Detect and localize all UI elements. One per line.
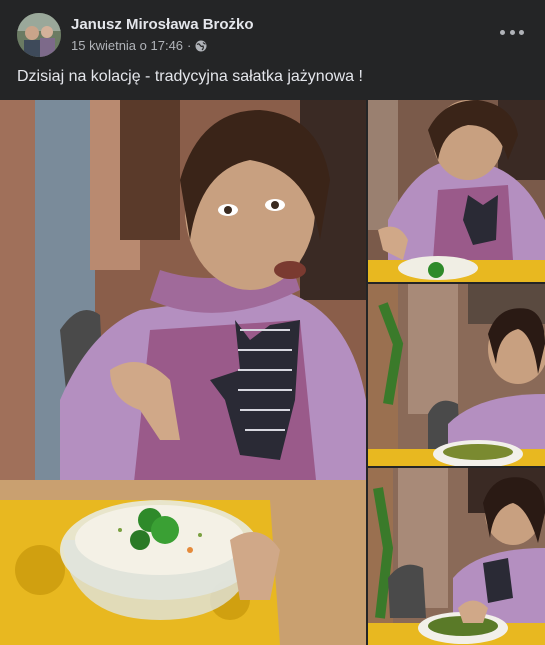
photo-main[interactable] bbox=[0, 100, 366, 645]
post-meta: 15 kwietnia o 17:46 · bbox=[71, 38, 207, 53]
meta-separator: · bbox=[187, 38, 192, 53]
photo-thumb-3[interactable] bbox=[368, 468, 545, 645]
post-timestamp[interactable]: 15 kwietnia o 17:46 bbox=[71, 38, 183, 53]
author-name[interactable]: Janusz Mirosława Brożko bbox=[71, 16, 254, 33]
post-header: Janusz Mirosława Brożko 15 kwietnia o 17… bbox=[0, 0, 545, 62]
post-caption: Dzisiaj na kolację - tradycyjna sałatka … bbox=[17, 68, 363, 85]
globe-icon bbox=[195, 40, 207, 51]
more-options-icon[interactable] bbox=[500, 24, 524, 40]
photo-thumb-1[interactable] bbox=[368, 100, 545, 282]
author-avatar[interactable] bbox=[17, 13, 61, 57]
photo-thumb-2[interactable] bbox=[368, 284, 545, 466]
